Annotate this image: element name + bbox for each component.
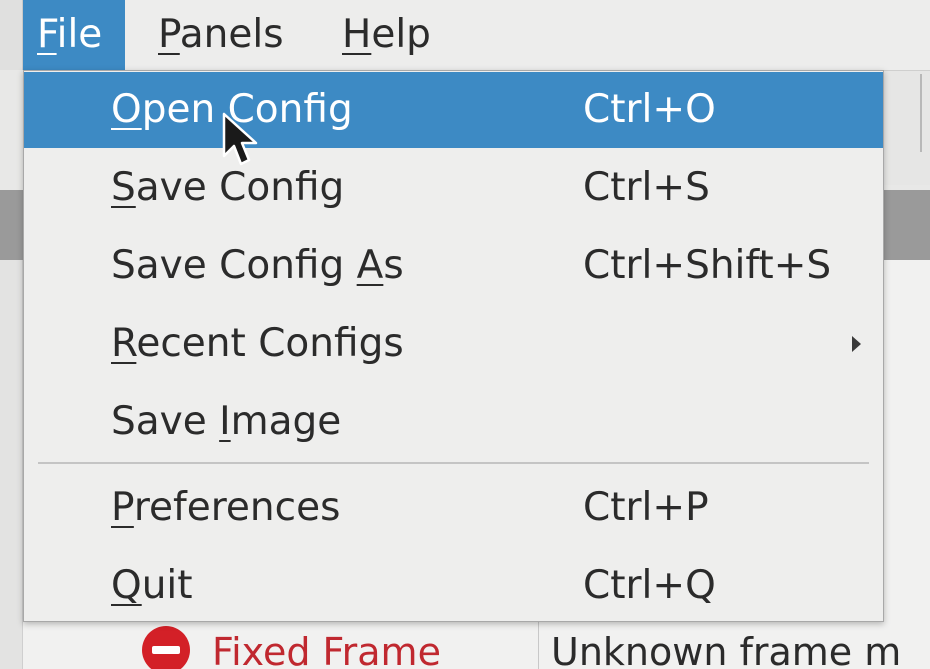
menu-panels[interactable]: Panels	[144, 0, 298, 70]
menu-panels-mnemonic: P	[158, 12, 180, 57]
menu-file-label: ile	[56, 12, 103, 57]
file-menu-dropdown: Open Config Ctrl+O Save Config Ctrl+S Sa…	[23, 70, 884, 622]
save-config-as-shortcut: Ctrl+Shift+S	[583, 243, 832, 288]
fixed-frame-label[interactable]: Fixed Frame	[212, 622, 441, 669]
menu-bar: File Panels Help	[0, 0, 930, 70]
menu-item-open-config[interactable]: Open Config Ctrl+O	[24, 72, 883, 148]
menu-item-save-config[interactable]: Save Config Ctrl+S	[24, 150, 883, 226]
submenu-arrow-icon	[852, 336, 861, 352]
menu-item-save-config-as[interactable]: Save Config As Ctrl+Shift+S	[24, 228, 883, 304]
save-image-label: Save Image	[111, 399, 342, 444]
menu-help-label: elp	[371, 12, 431, 57]
menu-separator	[38, 462, 869, 464]
fixed-frame-label-text: Fixed Frame	[212, 630, 441, 669]
save-config-shortcut: Ctrl+S	[583, 165, 710, 210]
menu-bar-edge	[0, 0, 23, 70]
fixed-frame-value-text: Unknown frame m	[551, 630, 902, 669]
recent-configs-label: Recent Configs	[111, 321, 404, 366]
menu-help-mnemonic: H	[342, 12, 372, 57]
property-column-divider	[538, 618, 539, 669]
save-config-as-label: Save Config As	[111, 243, 404, 288]
toolbar-separator	[920, 74, 930, 152]
menu-panels-label: anels	[179, 12, 284, 57]
menu-item-recent-configs[interactable]: Recent Configs	[24, 306, 883, 382]
quit-shortcut: Ctrl+Q	[583, 563, 716, 608]
preferences-label: Preferences	[111, 485, 341, 530]
quit-label: Quit	[111, 563, 193, 608]
error-icon	[142, 626, 190, 669]
preferences-shortcut: Ctrl+P	[583, 485, 709, 530]
fixed-frame-value[interactable]: Unknown frame m	[551, 622, 901, 669]
menu-item-preferences[interactable]: Preferences Ctrl+P	[24, 470, 883, 546]
menu-item-save-image[interactable]: Save Image	[24, 384, 883, 460]
mouse-cursor-icon	[222, 112, 258, 166]
panel-left-gutter	[0, 260, 23, 669]
menu-help[interactable]: Help	[328, 0, 445, 70]
menu-item-quit[interactable]: Quit Ctrl+Q	[24, 548, 883, 624]
menu-file-mnemonic: F	[37, 12, 57, 57]
app-window: Fixed Frame Unknown frame m File Panels …	[0, 0, 930, 669]
menu-file[interactable]: File	[23, 0, 125, 70]
open-config-shortcut: Ctrl+O	[583, 87, 716, 132]
